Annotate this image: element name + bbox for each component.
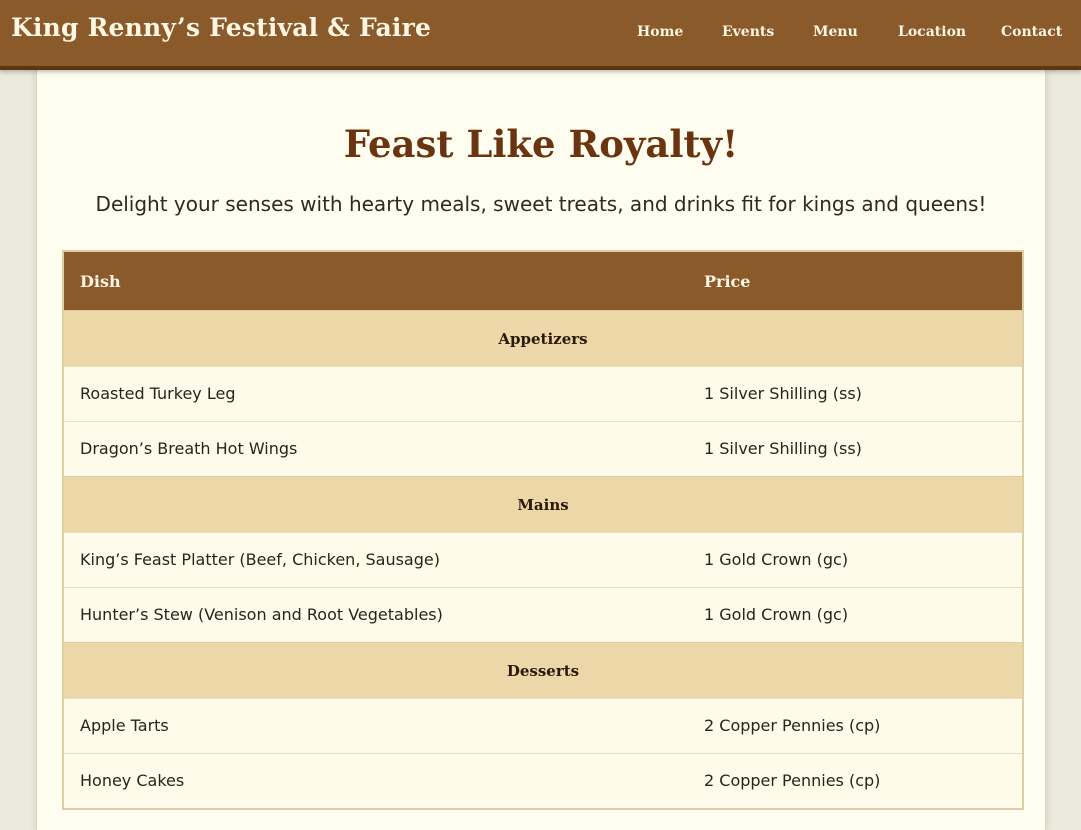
column-header-price: Price: [704, 272, 751, 291]
nav-contact[interactable]: Contact: [1001, 24, 1062, 40]
dish-price: 1 Silver Shilling (ss): [704, 384, 862, 403]
intro-text: Delight your senses with hearty meals, s…: [95, 192, 987, 216]
table-header-row: Dish Price: [64, 252, 1022, 310]
table-row: Dragon’s Breath Hot Wings 1 Silver Shill…: [64, 421, 1022, 476]
dish-name: Honey Cakes: [80, 771, 185, 790]
dish-price: 2 Copper Pennies (cp): [704, 716, 881, 735]
table-row: Honey Cakes 2 Copper Pennies (cp): [64, 753, 1022, 808]
site-header: King Renny’s Festival & Faire Home Event…: [0, 0, 1081, 70]
dish-name: Roasted Turkey Leg: [80, 384, 236, 403]
content-panel: Feast Like Royalty! Delight your senses …: [36, 70, 1046, 830]
dish-price: 1 Silver Shilling (ss): [704, 439, 862, 458]
dish-name: Apple Tarts: [80, 716, 169, 735]
category-label: Desserts: [506, 662, 580, 680]
dish-price: 1 Gold Crown (gc): [704, 605, 849, 624]
menu-table: Dish Price Appetizers Roasted Turkey Leg…: [62, 250, 1024, 810]
dish-name: Hunter’s Stew (Venison and Root Vegetabl…: [80, 605, 443, 624]
category-row-mains: Mains: [64, 476, 1022, 532]
table-row: Roasted Turkey Leg 1 Silver Shilling (ss…: [64, 366, 1022, 421]
dish-price: 2 Copper Pennies (cp): [704, 771, 881, 790]
nav-location[interactable]: Location: [898, 24, 966, 40]
nav-menu[interactable]: Menu: [813, 24, 858, 40]
table-row: King’s Feast Platter (Beef, Chicken, Sau…: [64, 532, 1022, 587]
dish-price: 1 Gold Crown (gc): [704, 550, 849, 569]
category-row-appetizers: Appetizers: [64, 310, 1022, 366]
nav-home[interactable]: Home: [637, 24, 683, 40]
category-label: Appetizers: [498, 330, 588, 348]
page-title: Feast Like Royalty!: [343, 122, 739, 166]
table-row: Apple Tarts 2 Copper Pennies (cp): [64, 698, 1022, 753]
category-label: Mains: [517, 496, 569, 514]
main-nav: Home Events Menu Location Contact: [0, 24, 1081, 44]
column-header-dish: Dish: [80, 272, 121, 291]
category-row-desserts: Desserts: [64, 642, 1022, 698]
dish-name: King’s Feast Platter (Beef, Chicken, Sau…: [80, 550, 440, 569]
nav-events[interactable]: Events: [722, 24, 774, 40]
dish-name: Dragon’s Breath Hot Wings: [80, 439, 298, 458]
table-row: Hunter’s Stew (Venison and Root Vegetabl…: [64, 587, 1022, 642]
